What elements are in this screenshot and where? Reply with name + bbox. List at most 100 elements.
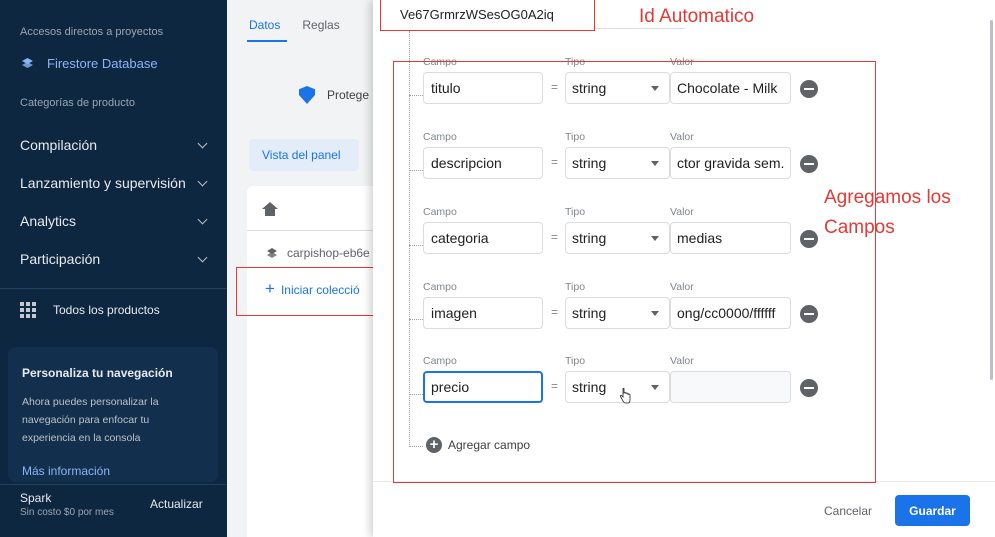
dropdown-arrow-icon <box>651 236 659 241</box>
field-name-input[interactable]: imagen <box>423 297 543 329</box>
add-circle-icon: + <box>426 437 442 453</box>
dropdown-arrow-icon <box>651 86 659 91</box>
firestore-label: Firestore Database <box>47 56 158 71</box>
section-label: Participación <box>20 251 101 267</box>
equals-sign: = <box>551 379 559 393</box>
value-label: Valor <box>670 281 694 293</box>
type-value: string <box>572 155 607 171</box>
tree-connector <box>409 446 423 447</box>
promo-title: Personaliza tu navegación <box>22 366 173 380</box>
type-value: string <box>572 230 607 246</box>
type-label: Tipo <box>565 56 586 68</box>
firestore-icon <box>22 58 33 68</box>
field-value-input[interactable]: medias <box>670 222 791 254</box>
project-root[interactable]: carpishop-eb6e <box>265 246 370 260</box>
active-tab-indicator <box>247 40 287 42</box>
field-row: Campo Tipo Valor titulo = string Chocola… <box>423 56 823 114</box>
field-value-input[interactable]: ong/cc0000/ffffff <box>670 297 791 329</box>
all-products-label: Todos los productos <box>53 303 160 317</box>
field-name-input[interactable]: descripcion <box>423 147 543 179</box>
section-label: Analytics <box>20 213 77 229</box>
type-value: string <box>572 379 607 395</box>
remove-field-icon[interactable] <box>800 379 818 397</box>
document-id-field[interactable]: Ve67GrmrzWSesOG0A2iq <box>380 0 595 31</box>
field-label: Campo <box>423 131 457 143</box>
field-label: Campo <box>423 281 457 293</box>
tree-connector <box>409 319 423 320</box>
type-label: Tipo <box>565 281 586 293</box>
type-select[interactable]: string <box>565 297 670 329</box>
home-icon[interactable] <box>262 202 278 218</box>
sidebar-divider <box>0 288 227 289</box>
apps-grid-icon <box>20 302 36 318</box>
section-label: Compilación <box>20 137 98 153</box>
field-value-input[interactable] <box>670 371 791 403</box>
tree-connector <box>409 31 410 447</box>
value-label: Valor <box>670 206 694 218</box>
chevron-down-icon <box>197 252 208 262</box>
field-value-input[interactable]: ctor gravida sem. <box>670 147 791 179</box>
remove-field-icon[interactable] <box>800 230 818 248</box>
project-name: carpishop-eb6e <box>287 246 370 260</box>
chevron-down-icon <box>197 214 208 224</box>
value-label: Valor <box>670 56 694 68</box>
remove-field-icon[interactable] <box>800 305 818 323</box>
tab-reglas[interactable]: Reglas <box>302 18 339 32</box>
dropdown-arrow-icon <box>651 385 659 390</box>
panel-view-button[interactable]: Vista del panel <box>249 139 359 171</box>
tree-connector <box>409 394 423 395</box>
add-field-button[interactable]: + Agregar campo <box>426 437 530 453</box>
add-field-label: Agregar campo <box>448 438 531 452</box>
section-label: Lanzamiento y supervisión <box>20 175 186 191</box>
category-caption: Categorías de producto <box>20 97 135 109</box>
equals-sign: = <box>551 80 559 94</box>
section-analytics[interactable]: Analytics <box>20 209 212 233</box>
annotation-fields-note: Agregamos los Campos <box>824 187 951 238</box>
dropdown-arrow-icon <box>651 311 659 316</box>
section-lanzamiento[interactable]: Lanzamiento y supervisión <box>20 171 212 195</box>
protect-banner: Protege <box>299 86 369 104</box>
panel-divider <box>247 230 373 231</box>
cancel-button[interactable]: Cancelar <box>813 497 883 525</box>
value-label: Valor <box>670 355 694 367</box>
promo-more-link[interactable]: Más información <box>22 464 110 478</box>
section-compilacion[interactable]: Compilación <box>20 133 212 157</box>
field-name-input[interactable]: titulo <box>423 72 543 104</box>
firestore-shortcut[interactable]: Firestore Database <box>20 56 158 71</box>
field-label: Campo <box>423 206 457 218</box>
tab-datos[interactable]: Datos <box>249 18 280 32</box>
type-select[interactable]: string <box>565 222 670 254</box>
field-value-input[interactable]: Chocolate - Milk <box>670 72 791 104</box>
type-label: Tipo <box>565 355 586 367</box>
field-row: Campo Tipo Valor imagen = string ong/cc0… <box>423 281 823 339</box>
type-select[interactable]: string <box>565 147 670 179</box>
field-label: Campo <box>423 355 457 367</box>
upgrade-button[interactable]: Actualizar <box>150 497 203 511</box>
add-document-dialog: Ve67GrmrzWSesOG0A2iq Campo Tipo Valor ti… <box>373 0 995 537</box>
remove-field-icon[interactable] <box>800 80 818 98</box>
navigation-promo-card: Personaliza tu navegación Ahora puedes p… <box>8 347 218 482</box>
remove-field-icon[interactable] <box>800 155 818 173</box>
value-label: Valor <box>670 131 694 143</box>
plan-footer: Spark Sin costo $0 por mes Actualizar <box>0 484 227 537</box>
annotation-id-note: Id Automatico <box>639 6 755 27</box>
field-label: Campo <box>423 56 457 68</box>
field-name-input[interactable]: categoria <box>423 222 543 254</box>
type-select[interactable]: string <box>565 72 670 104</box>
field-row: Campo Tipo Valor descripcion = string ct… <box>423 131 823 189</box>
section-participacion[interactable]: Participación <box>20 247 212 271</box>
type-select[interactable]: string <box>565 371 670 403</box>
protect-text: Protege <box>327 88 370 102</box>
chevron-down-icon <box>197 138 208 148</box>
equals-sign: = <box>551 230 559 244</box>
tree-connector <box>409 95 423 96</box>
field-name-input[interactable]: precio <box>423 371 543 403</box>
save-button[interactable]: Guardar <box>895 495 970 526</box>
field-row: Campo Tipo Valor precio = string <box>423 355 823 413</box>
shield-icon <box>299 86 315 104</box>
all-products-link[interactable]: Todos los productos <box>20 302 160 318</box>
tree-connector <box>409 170 423 171</box>
document-id-underline <box>595 28 685 29</box>
hand-cursor-icon <box>619 388 631 404</box>
type-value: string <box>572 305 607 321</box>
